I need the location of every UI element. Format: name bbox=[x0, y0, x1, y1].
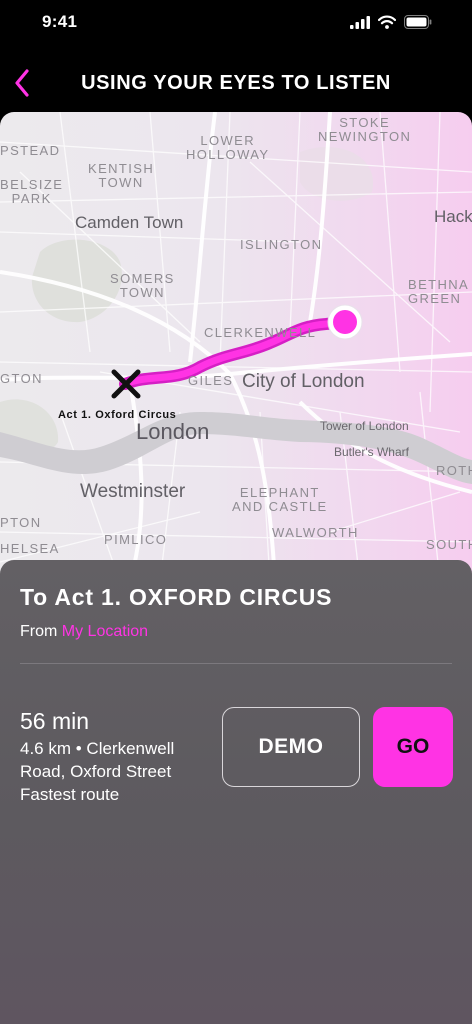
x-mark-icon[interactable] bbox=[110, 368, 142, 400]
from-row: From My Location bbox=[20, 623, 148, 641]
destination-label: Act 1. Oxford Circus bbox=[58, 409, 177, 421]
map-label-belsize-park: BELSIZE PARK bbox=[0, 177, 64, 207]
map-label-camden-town: Camden Town bbox=[75, 213, 184, 232]
wifi-icon bbox=[378, 15, 396, 29]
page-title: USING YOUR EYES TO LISTEN bbox=[81, 72, 391, 94]
route-sheet: To Act 1. OXFORD CIRCUS From My Location… bbox=[0, 560, 472, 1024]
map-label-helsea: HELSEA bbox=[0, 541, 60, 556]
map-label-tower-of-london: Tower of London bbox=[320, 419, 409, 433]
map-label-city-of-london: City of London bbox=[242, 371, 365, 392]
map-label-pton: PTON bbox=[0, 515, 42, 530]
map-label-hack: Hack bbox=[434, 207, 472, 226]
map-label-stoke-newington: STOKE NEWINGTON bbox=[318, 115, 412, 145]
battery-icon bbox=[404, 15, 432, 29]
map-label-westminster: Westminster bbox=[80, 481, 186, 502]
map-label-gton: GTON bbox=[0, 371, 43, 386]
map-label-giles: GILES bbox=[188, 373, 234, 388]
from-location-link[interactable]: My Location bbox=[62, 623, 148, 640]
route-details: 4.6 km • Clerkenwell Road, Oxford Street… bbox=[20, 739, 175, 804]
map-label-clerkenwell: CLERKENWELL bbox=[204, 325, 317, 340]
nav-bar: USING YOUR EYES TO LISTEN bbox=[0, 56, 472, 110]
status-bar: 9:41 bbox=[0, 0, 472, 48]
from-prefix: From bbox=[20, 623, 58, 640]
demo-button[interactable]: DEMO bbox=[222, 707, 360, 787]
map-label-walworth: WALWORTH bbox=[272, 525, 359, 540]
map-label-london: London bbox=[136, 419, 210, 444]
divider bbox=[20, 663, 452, 664]
status-time: 9:41 bbox=[42, 12, 78, 31]
destination-title: To Act 1. OXFORD CIRCUS bbox=[20, 584, 333, 610]
route-duration: 56 min bbox=[20, 708, 90, 734]
map-label-lower-holloway: LOWER HOLLOWAY bbox=[186, 133, 270, 163]
go-button[interactable]: GO bbox=[373, 707, 453, 787]
status-icons bbox=[350, 15, 432, 29]
current-location-dot[interactable] bbox=[325, 302, 365, 342]
map-label-roth: ROTH bbox=[436, 463, 472, 478]
map-label-butlers-wharf: Butler's Wharf bbox=[334, 445, 409, 459]
map-label-islington: ISLINGTON bbox=[240, 237, 323, 252]
map-label-kentish-town: KENTISH TOWN bbox=[88, 161, 155, 191]
map-label-elephant-and-castle: ELEPHANT AND CASTLE bbox=[232, 485, 328, 515]
map-label-south: SOUTH bbox=[426, 537, 472, 552]
map-label-pstead: PSTEAD bbox=[0, 143, 61, 158]
map-label-bethnal-green: BETHNA GREEN bbox=[408, 277, 470, 307]
map-label-somers-town: SOMERS TOWN bbox=[110, 271, 175, 301]
route-map[interactable]: PSTEAD KENTISH TOWN LOWER HOLLOWAY STOKE… bbox=[0, 112, 472, 582]
map-label-pimlico: PIMLICO bbox=[104, 532, 168, 547]
cellular-signal-icon bbox=[350, 15, 370, 29]
